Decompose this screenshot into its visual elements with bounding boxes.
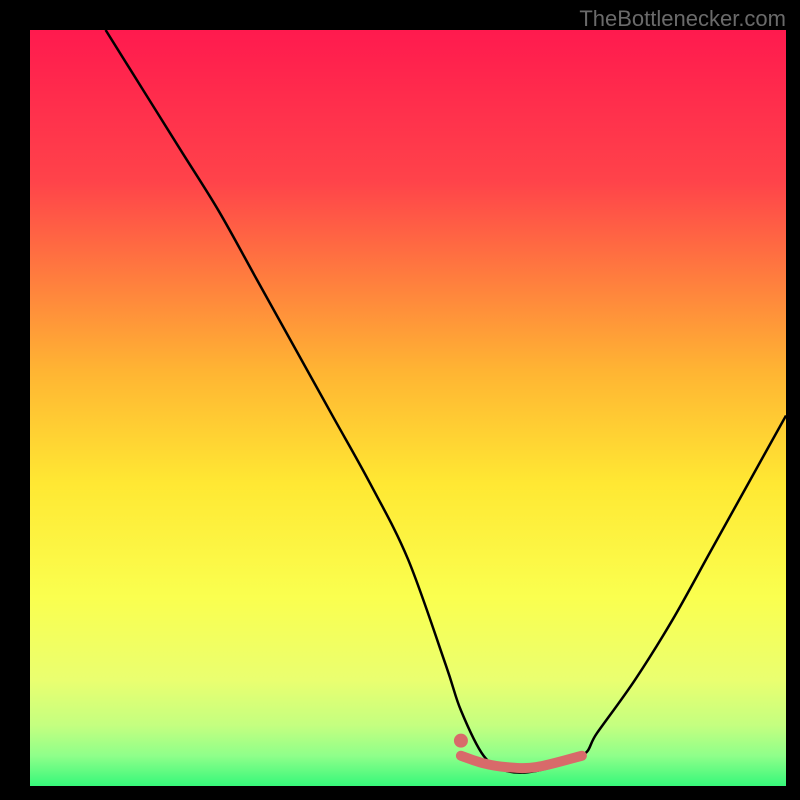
chart-area (30, 30, 786, 786)
gradient-background (30, 30, 786, 786)
watermark-text: TheBottlenecker.com (579, 6, 786, 32)
chart-svg (30, 30, 786, 786)
marker-point (454, 734, 468, 748)
